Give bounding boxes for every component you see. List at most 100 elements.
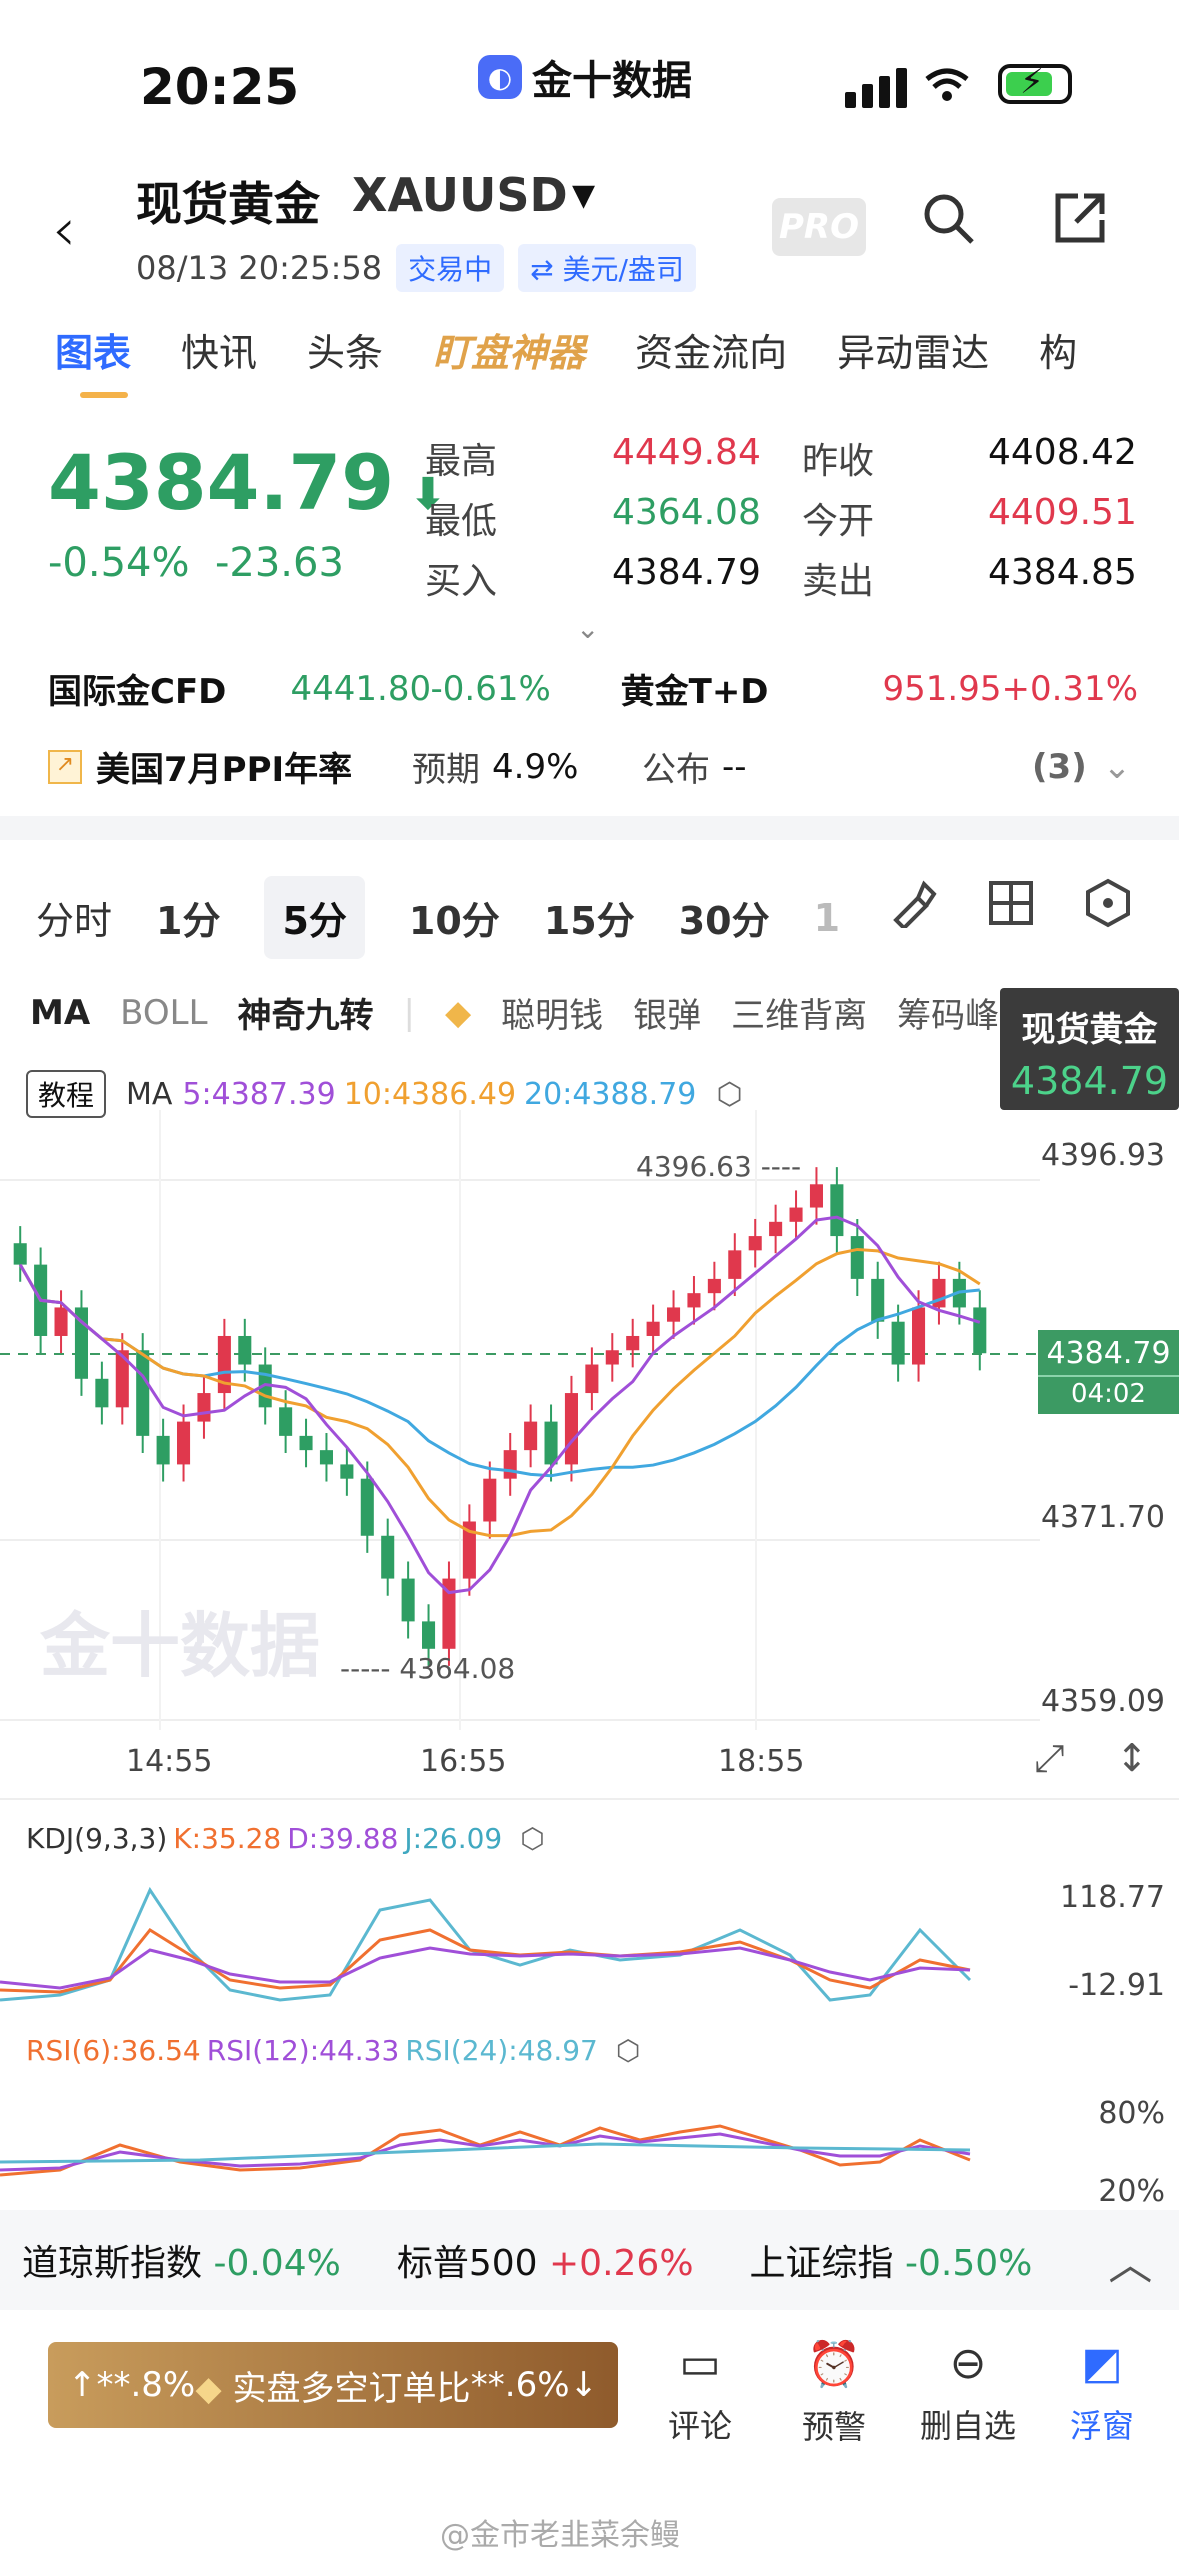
vertical-resize-icon[interactable]: ↕ — [1116, 1736, 1148, 1780]
ticker-val-spx: +0.26% — [549, 2243, 694, 2284]
ind-separator: | — [403, 992, 415, 1033]
expand-chevron-icon[interactable]: ⌄ — [576, 612, 599, 645]
candle — [360, 1478, 374, 1536]
candle — [544, 1421, 558, 1465]
td-label[interactable]: 黄金T+D — [621, 664, 883, 713]
ma10-value: 10:4386.49 — [343, 1076, 517, 1112]
settings-hex-icon[interactable]: ⬡ — [716, 1077, 742, 1112]
index-ticker[interactable]: 道琼斯指数 -0.04% 标普500 +0.26% 上证综指 -0.50% ︿ — [0, 2210, 1179, 2310]
remove-watchlist-button[interactable]: ⊖ 删自选 — [908, 2338, 1028, 2447]
unit-toggle[interactable]: ⇄ 美元/盎司 — [518, 244, 696, 292]
tab-more[interactable]: 构 — [1039, 322, 1077, 377]
chevron-up-icon[interactable]: ︿ — [1108, 2228, 1152, 2292]
peak-label: 4396.63 ---- — [636, 1150, 802, 1183]
search-icon[interactable] — [920, 190, 976, 260]
low-label: 最低 — [425, 501, 498, 542]
ind-ma[interactable]: MA — [30, 993, 90, 1033]
comment-button[interactable]: ▭ 评论 — [640, 2338, 760, 2447]
cfd-pct: -0.61% — [430, 668, 551, 709]
float-window-button[interactable]: ◩ 浮窗 — [1042, 2338, 1162, 2447]
y-label-mid: 4371.70 — [1040, 1500, 1165, 1535]
candle — [605, 1350, 619, 1365]
ind-smart-money[interactable]: 聪明钱 — [501, 988, 603, 1037]
macro-event-row[interactable]: ↗ 美国7月PPI年率 预期 4.9% 公布 -- (3) ⌄ — [48, 742, 1138, 791]
candle — [483, 1478, 497, 1522]
candle — [279, 1407, 293, 1436]
related-quotes: 国际金CFD 4441.80 -0.61% 黄金T+D 951.95 +0.31… — [48, 664, 1138, 713]
alert-button[interactable]: ⏰ 预警 — [774, 2338, 894, 2448]
tab-fund-flow[interactable]: 资金流向 — [635, 322, 787, 377]
candle — [401, 1578, 415, 1622]
kdj-chart — [0, 1886, 972, 2002]
chevron-down-icon[interactable]: ▼ — [572, 178, 595, 213]
expect-value: 4.9% — [492, 746, 579, 787]
diamond-icon: ◆ — [195, 2368, 233, 2409]
candlestick-chart[interactable]: 金十数据 — [0, 1110, 1179, 1730]
macro-title: 美国7月PPI年率 — [96, 750, 353, 790]
float-price-box[interactable]: 现货黄金 4384.79 — [1000, 988, 1179, 1110]
kdj-y-top: 118.77 — [1060, 1880, 1165, 1915]
rsi-legend: RSI(6):36.54 RSI(12):44.33 RSI(24):48.97… — [26, 2034, 641, 2067]
rsi-y-bottom: 20% — [1098, 2174, 1165, 2209]
x-label-1: 14:55 — [126, 1744, 213, 1779]
candle — [238, 1335, 252, 1365]
period-30m[interactable]: 30分 — [679, 890, 770, 945]
candle — [177, 1421, 191, 1465]
cfd-label[interactable]: 国际金CFD — [48, 664, 291, 713]
price-change: -0.54% -23.63 — [48, 540, 344, 586]
back-icon[interactable]: ‹ — [52, 195, 76, 265]
ind-divergence[interactable]: 三维背离 — [731, 988, 867, 1037]
y-label-top: 4396.93 — [1040, 1138, 1165, 1173]
low-marker-label: ----- 4364.08 — [340, 1652, 516, 1685]
tab-watch-tool[interactable]: 盯盘神器 — [433, 322, 585, 377]
period-10m[interactable]: 10分 — [409, 890, 500, 945]
ask-label: 卖出 — [802, 561, 875, 602]
open-label: 今开 — [802, 501, 875, 542]
quote-datetime: 08/13 20:25:58 — [136, 249, 383, 287]
kdj-y-bottom: -12.91 — [1068, 1968, 1165, 2003]
tab-news[interactable]: 快讯 — [181, 322, 257, 377]
ind-chips[interactable]: 筹码峰 — [897, 988, 999, 1037]
pro-badge[interactable]: PRO — [772, 198, 866, 256]
quote-subline: 08/13 20:25:58 交易中 ⇄ 美元/盎司 — [136, 244, 696, 292]
period-1m[interactable]: 1分 — [156, 890, 220, 945]
fullscreen-icon[interactable]: ⤢ — [1034, 1736, 1064, 1781]
bid-label: 买入 — [425, 561, 498, 602]
long-short-ratio-button[interactable]: ↑**.8% ◆ 实盘多空订单比 **.6%↓ — [48, 2342, 618, 2428]
candle — [973, 1307, 987, 1354]
tab-chart[interactable]: 图表 — [55, 322, 131, 377]
y-label-bottom: 4359.09 — [1040, 1684, 1165, 1719]
period-timeshare[interactable]: 分时 — [36, 890, 112, 945]
symbol-label[interactable]: XAUUSD — [352, 168, 568, 222]
settings-hex-icon[interactable]: ⬡ — [520, 1822, 544, 1855]
chart-event-icon: ↗ — [48, 749, 82, 784]
period-more[interactable]: 1 — [814, 896, 840, 940]
float-window-icon: ◩ — [1081, 2338, 1123, 2389]
settings-hex-icon[interactable]: ⬡ — [616, 2034, 640, 2067]
publish-label: 公布 — [642, 750, 710, 790]
tab-radar[interactable]: 异动雷达 — [837, 322, 989, 377]
chevron-down-icon[interactable]: ⌄ — [1103, 747, 1132, 787]
draw-tool-icon[interactable] — [888, 876, 940, 932]
share-icon[interactable] — [1052, 190, 1108, 260]
tab-headlines[interactable]: 头条 — [307, 322, 383, 377]
ind-silver-bullet[interactable]: 银弹 — [633, 988, 701, 1037]
candle — [850, 1236, 864, 1279]
float-title: 现货黄金 — [1021, 1010, 1158, 1050]
ind-boll[interactable]: BOLL — [120, 993, 207, 1033]
candle — [932, 1278, 946, 1308]
ticker-name-dji: 道琼斯指数 — [22, 2243, 203, 2284]
page-title: 现货黄金 — [136, 177, 320, 231]
candle — [585, 1364, 599, 1394]
period-selector: 分时 1分 5分 10分 15分 30分 1 — [36, 876, 884, 959]
settings-hex-icon[interactable] — [1084, 878, 1132, 932]
tab-active-indicator — [80, 392, 128, 398]
layout-grid-icon[interactable] — [988, 880, 1034, 930]
ask-value: 4384.85 — [988, 552, 1137, 593]
ind-nine[interactable]: 神奇九转 — [238, 988, 374, 1037]
app-pill[interactable]: ◐ 金十数据 — [478, 48, 692, 106]
period-15m[interactable]: 15分 — [544, 890, 635, 945]
period-5m[interactable]: 5分 — [264, 876, 365, 959]
event-count: (3) — [1032, 746, 1087, 787]
ticker-val-sse: -0.50% — [905, 2243, 1033, 2284]
